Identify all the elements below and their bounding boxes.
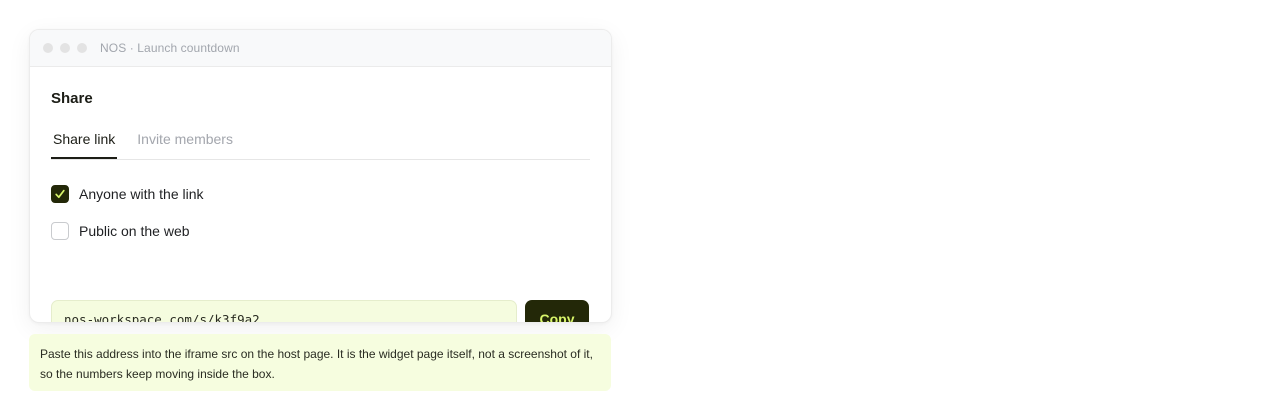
- anyone-with-link-label: Anyone with the link: [79, 186, 204, 202]
- share-dialog-window: NOS · Launch countdown Share Share link …: [29, 29, 612, 323]
- share-heading: Share: [51, 90, 93, 107]
- window-maximize-dot[interactable]: [77, 43, 87, 53]
- window-minimize-dot[interactable]: [60, 43, 70, 53]
- embed-note: Paste this address into the iframe src o…: [29, 334, 611, 391]
- window-close-dot[interactable]: [43, 43, 53, 53]
- option-anyone-with-link[interactable]: Anyone with the link: [51, 185, 204, 203]
- public-on-web-label: Public on the web: [79, 223, 190, 239]
- tab-share-link[interactable]: Share link: [51, 131, 118, 159]
- window-titlebar: NOS · Launch countdown: [30, 30, 611, 67]
- check-icon: [55, 189, 65, 199]
- share-link-input[interactable]: [51, 300, 517, 322]
- public-on-web-checkbox[interactable]: [51, 222, 69, 240]
- share-tabs: Share link Invite members: [51, 131, 590, 160]
- tab-invite-members[interactable]: Invite members: [135, 131, 235, 159]
- anyone-with-link-checkbox[interactable]: [51, 185, 69, 203]
- option-public-on-web[interactable]: Public on the web: [51, 222, 190, 240]
- copy-button[interactable]: Copy: [525, 300, 589, 322]
- window-title: NOS · Launch countdown: [100, 41, 240, 55]
